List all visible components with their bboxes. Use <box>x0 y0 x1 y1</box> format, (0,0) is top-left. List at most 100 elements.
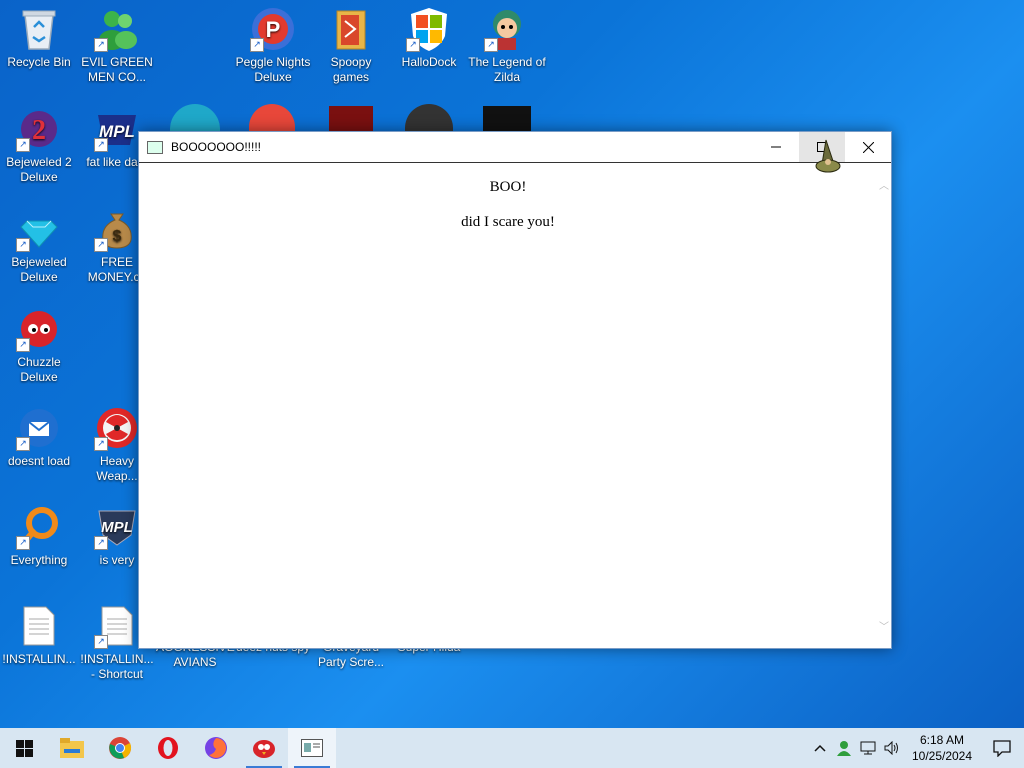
chrome-button[interactable] <box>96 728 144 768</box>
folder-icon <box>328 6 374 52</box>
opera-icon <box>158 737 178 759</box>
scroll-down-icon[interactable]: ﹀ <box>877 618 891 634</box>
zilda-character-icon: ↗ <box>484 6 530 52</box>
window-titlebar[interactable]: BOOOOOOO!!!!! <box>139 132 891 163</box>
user-green-icon <box>837 741 851 756</box>
desktop-icon-spoopy-games[interactable]: Spoopy games <box>312 0 390 85</box>
desktop-icon-label: !INSTALLIN... - Shortcut <box>80 652 154 681</box>
window-title: BOOOOOOO!!!!! <box>171 140 262 154</box>
window-app-icon <box>301 739 323 757</box>
shortcut-arrow-icon: ↗ <box>94 238 108 252</box>
chrome-icon <box>109 737 132 759</box>
desktop-icon-label: Spoopy games <box>330 55 372 84</box>
user-tray-button[interactable] <box>832 728 856 768</box>
svg-text:2: 2 <box>32 115 46 146</box>
desktop-icon-doesnt-load[interactable]: ↗ doesnt load <box>0 399 78 469</box>
file-explorer-button[interactable] <box>48 728 96 768</box>
clock-date: 10/25/2024 <box>911 749 973 763</box>
desktop-icon-installing[interactable]: !INSTALLIN... <box>0 597 78 667</box>
clock-time: 6:18 AM <box>919 733 965 747</box>
mpl-shield-icon: MPL ↗ <box>94 504 140 550</box>
volume-button[interactable] <box>880 728 904 768</box>
boo-window[interactable]: BOOOOOOO!!!!! BOO! did I scare you! ︿ ﹀ <box>138 131 892 649</box>
shortcut-arrow-icon: ↗ <box>16 536 30 550</box>
peggle-icon: P ↗ <box>250 6 296 52</box>
boo-heading: BOO! <box>489 179 527 195</box>
firefox-icon <box>205 737 227 759</box>
desktop-icon-bejeweled-2[interactable]: 2 ↗ Bejeweled 2 Deluxe <box>0 100 78 185</box>
desktop-icon-label: doesnt load <box>7 454 71 468</box>
shortcut-arrow-icon: ↗ <box>484 38 498 52</box>
show-hidden-icons-button[interactable] <box>808 728 832 768</box>
desktop-icon-label: Bejeweled 2 Deluxe <box>6 155 72 184</box>
desktop-icon-recycle-bin[interactable]: Recycle Bin <box>0 0 78 70</box>
shortcut-arrow-icon: ↗ <box>94 38 108 52</box>
desktop-icon-label: Chuzzle Deluxe <box>17 355 61 384</box>
taskbar: 6:18 AM 10/25/2024 <box>0 728 1024 768</box>
chuzzle-icon: ↗ <box>16 306 62 352</box>
yashima-icon-partial <box>483 106 531 132</box>
desktop-icon-hallodock[interactable]: ↗ HalloDock <box>390 0 468 70</box>
system-tray: 6:18 AM 10/25/2024 <box>808 728 1024 768</box>
chevron-up-icon <box>814 744 826 752</box>
desktop-icon-label: Everything <box>10 553 68 567</box>
shortcut-arrow-icon: ↗ <box>16 238 30 252</box>
desktop-icon-chuzzle[interactable]: ↗ Chuzzle Deluxe <box>0 300 78 385</box>
svg-text:$: $ <box>113 228 122 245</box>
witch-cursor-icon <box>815 139 841 173</box>
start-button[interactable] <box>0 728 48 768</box>
opera-button[interactable] <box>144 728 192 768</box>
window-app-icon <box>147 140 163 154</box>
desktop-icon-label: The Legend of Zilda <box>468 55 546 84</box>
desktop-icon-everything[interactable]: ↗ Everything <box>0 498 78 568</box>
boo-window-taskbar-button[interactable] <box>288 728 336 768</box>
shortcut-arrow-icon: ↗ <box>94 437 108 451</box>
flash-icon-partial <box>329 106 373 132</box>
angry-bird-icon <box>253 740 275 758</box>
desktop-icon-label: HalloDock <box>401 55 457 69</box>
minimize-button[interactable] <box>753 132 799 162</box>
shortcut-arrow-icon: ↗ <box>94 138 108 152</box>
diamond-icon: ↗ <box>16 206 62 252</box>
taskbar-clock[interactable]: 6:18 AM 10/25/2024 <box>904 732 980 764</box>
firefox-button[interactable] <box>192 728 240 768</box>
desktop-icon-label: EVIL GREEN MEN CO... <box>81 55 153 84</box>
desktop-icon-label: Bejeweled Deluxe <box>11 255 67 284</box>
desktop-icon-evil-green-men[interactable]: ↗ EVIL GREEN MEN CO... <box>78 0 156 85</box>
shortcut-arrow-icon: ↗ <box>94 635 108 649</box>
network-icon <box>860 741 876 755</box>
desktop-icon-peggle-nights[interactable]: P ↗ Peggle Nights Deluxe <box>234 0 312 85</box>
boo-message: did I scare you! <box>461 214 555 230</box>
close-icon <box>862 141 874 153</box>
desktop-icon-label: Recycle Bin <box>7 55 71 69</box>
shortcut-arrow-icon: ↗ <box>16 338 30 352</box>
edge-icon-partial <box>170 104 220 134</box>
vertical-scrollbar[interactable]: ︿ ﹀ <box>877 163 891 648</box>
shortcut-arrow-icon: ↗ <box>94 536 108 550</box>
shortcut-arrow-icon: ↗ <box>250 38 264 52</box>
angry-bird-button[interactable] <box>240 728 288 768</box>
notification-icon <box>993 739 1011 757</box>
thunderbird-icon: ↗ <box>16 405 62 451</box>
shortcut-arrow-icon: ↗ <box>16 437 30 451</box>
minimize-icon <box>771 146 781 148</box>
radiation-icon: ↗ <box>94 405 140 451</box>
desktop-icon-label: Peggle Nights Deluxe <box>235 55 311 84</box>
file-explorer-icon <box>60 738 84 758</box>
mpl-logo-icon: MPL ↗ <box>94 106 140 152</box>
network-button[interactable] <box>856 728 880 768</box>
windows-shield-icon: ↗ <box>406 6 452 52</box>
bejeweled-2-icon: 2 ↗ <box>16 106 62 152</box>
magnifier-icon: ↗ <box>16 504 62 550</box>
desktop-icon-legend-of-zilda[interactable]: ↗ The Legend of Zilda <box>468 0 546 85</box>
windows-start-icon <box>15 739 33 757</box>
recycle-bin-icon <box>16 6 62 52</box>
text-document-icon: ↗ <box>94 603 140 649</box>
scroll-up-icon[interactable]: ︿ <box>877 177 891 193</box>
peggle-icon-partial <box>249 104 295 132</box>
close-button[interactable] <box>845 132 891 162</box>
desktop-icon-bejeweled[interactable]: ↗ Bejeweled Deluxe <box>0 200 78 285</box>
shortcut-arrow-icon: ↗ <box>16 138 30 152</box>
action-center-button[interactable] <box>980 728 1024 768</box>
app-icon-partial <box>405 104 453 132</box>
